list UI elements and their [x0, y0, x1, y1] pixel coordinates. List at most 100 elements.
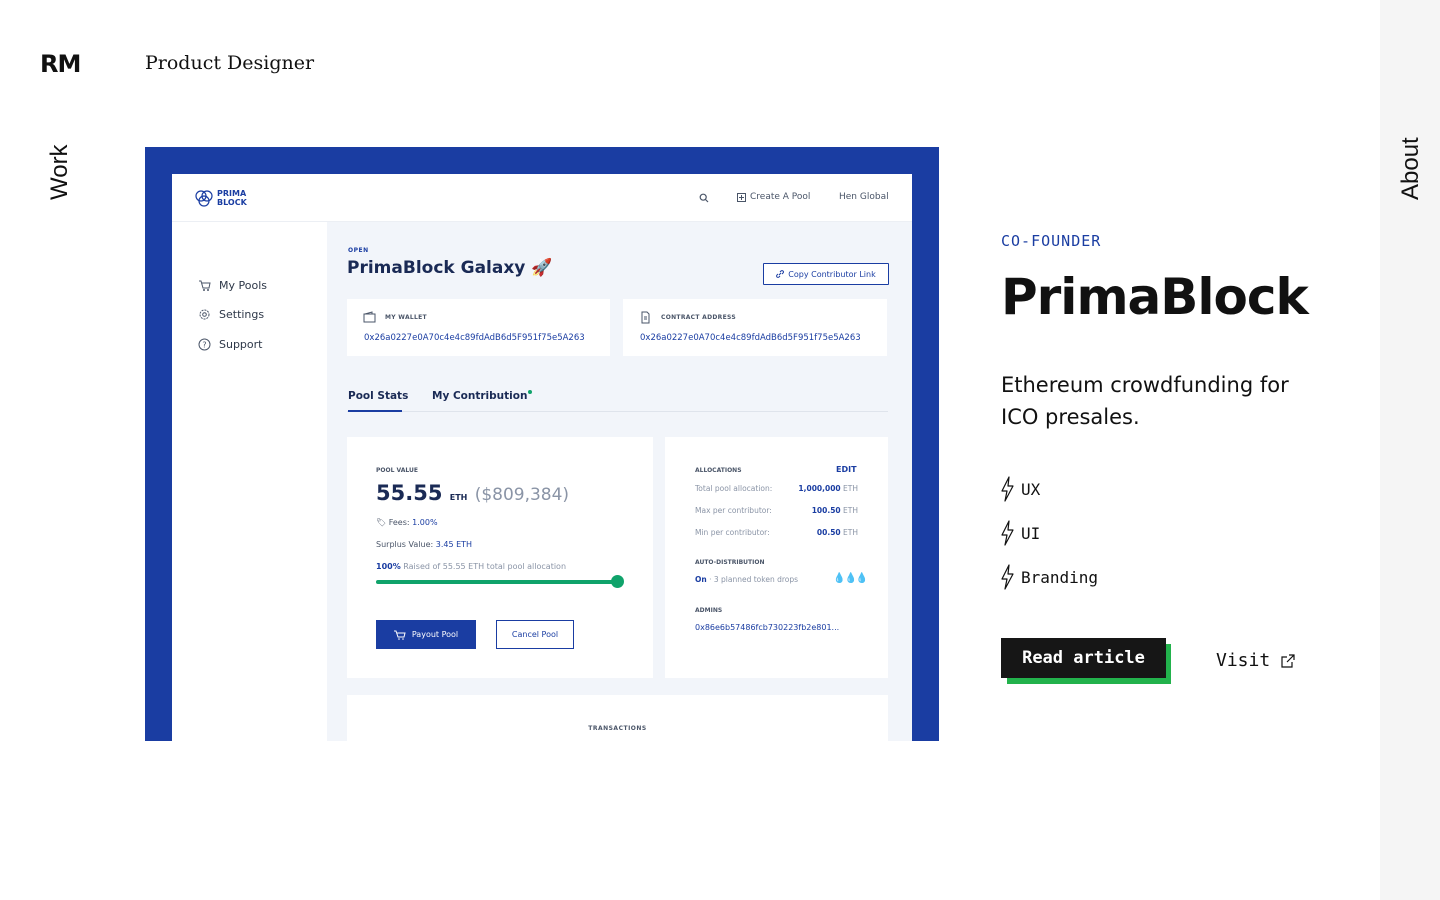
tab-my-contribution: My Contribution	[432, 390, 533, 402]
project-preview[interactable]: PRIMA BLOCK Create A Pool Hen Global My …	[145, 147, 939, 741]
visit-link[interactable]: Visit	[1216, 650, 1296, 671]
allocations-label: ALLOCATIONS	[695, 467, 742, 474]
preview-user: Hen Global	[839, 192, 889, 202]
lightning-icon	[1001, 476, 1014, 502]
sidebar-item-my-pools: My Pools	[198, 279, 267, 292]
pool-stats-card: POOL VALUE 55.55 ETH ($809,384) 🏷 Fees: …	[347, 437, 653, 678]
brand-line-2: BLOCK	[217, 198, 247, 207]
cart-icon	[199, 280, 211, 291]
alloc-label: Min per contributor:	[695, 528, 770, 537]
create-pool-link: Create A Pool	[737, 192, 810, 202]
project-description: Ethereum crowdfunding for ICO presales.	[1001, 373, 1289, 429]
transactions-card: TRANSACTIONS	[347, 695, 888, 741]
alloc-label: Max per contributor:	[695, 506, 772, 515]
pool-value-number: 55.55	[376, 481, 443, 505]
nav-work-link[interactable]: Work	[46, 60, 74, 200]
allocations-card: ALLOCATIONS EDIT Total pool allocation: 1…	[665, 437, 888, 678]
wallet-label: MY WALLET	[385, 314, 427, 321]
alloc-unit: ETH	[843, 506, 858, 515]
sidebar-item-support: ? Support	[198, 338, 262, 351]
skill-label: Branding	[1021, 567, 1099, 587]
visit-label: Visit	[1216, 650, 1271, 671]
surplus-label: Surplus Value:	[376, 540, 434, 549]
plus-square-icon	[737, 192, 746, 202]
admins-label: ADMINS	[695, 607, 723, 614]
progress-check-icon	[611, 575, 624, 588]
progress-fill	[376, 580, 617, 584]
raised-percent: 100%	[376, 562, 401, 571]
alloc-unit: ETH	[843, 484, 858, 493]
skill-ux: UX	[1000, 476, 1040, 502]
tab-active-indicator	[348, 410, 402, 412]
gear-icon	[199, 309, 210, 320]
site-subtitle: Product Designer	[145, 52, 315, 74]
wallet-card: MY WALLET 0x26a0227e0A70c4e4c89fdAdB6d5F…	[347, 299, 610, 356]
preview-app-window: PRIMA BLOCK Create A Pool Hen Global My …	[172, 174, 912, 741]
raised-row: 100% Raised of 55.55 ETH total pool allo…	[376, 562, 566, 571]
copy-link-label: Copy Contributor Link	[788, 269, 876, 279]
alloc-row-total: Total pool allocation: 1,000,000 ETH	[695, 484, 858, 493]
tab-divider	[347, 411, 888, 412]
help-circle-icon: ?	[198, 338, 211, 351]
create-pool-label: Create A Pool	[750, 192, 811, 202]
pool-title: PrimaBlock Galaxy 🚀	[347, 258, 553, 278]
tab-pool-stats: Pool Stats	[348, 390, 409, 402]
document-icon	[641, 311, 650, 324]
alloc-value: 100.50	[811, 506, 841, 515]
svg-text:?: ?	[202, 341, 206, 350]
pool-value: 55.55 ETH ($809,384)	[376, 481, 569, 505]
preview-topbar: PRIMA BLOCK Create A Pool Hen Global	[172, 174, 912, 222]
alloc-value: 1,000,000	[798, 484, 841, 493]
pool-value-label: POOL VALUE	[376, 467, 418, 474]
wallet-address: 0x26a0227e0A70c4e4c89fdAdB6d5F951f75e5A2…	[364, 333, 585, 343]
preview-sidebar: My Pools Settings ? Support	[172, 222, 327, 741]
auto-distribution-label: AUTO-DISTRIBUTION	[695, 559, 765, 566]
alloc-row-min: Min per contributor: 00.50 ETH	[695, 528, 858, 537]
alloc-row-max: Max per contributor: 100.50 ETH	[695, 506, 858, 515]
nav-about-link[interactable]: About	[1397, 60, 1425, 200]
auto-on: On	[695, 575, 707, 584]
link-icon	[776, 270, 785, 278]
project-role: CO-FOUNDER	[1001, 232, 1102, 250]
pool-value-unit: ETH	[449, 493, 468, 502]
surplus-value: 3.45 ETH	[435, 540, 473, 549]
fees-label: Fees:	[388, 518, 410, 527]
contract-label: CONTRACT ADDRESS	[661, 314, 736, 321]
project-title: PrimaBlock	[1001, 268, 1309, 326]
primablock-logo-icon	[195, 190, 213, 207]
alloc-value: 00.50	[816, 528, 841, 537]
alloc-label: Total pool allocation:	[695, 484, 773, 493]
contract-card: CONTRACT ADDRESS 0x26a0227e0A70c4e4c89fd…	[623, 299, 887, 356]
fees-row: 🏷 Fees: 1.00%	[376, 518, 438, 527]
transactions-label: TRANSACTIONS	[588, 725, 647, 732]
auto-distribution-value: On · 3 planned token drops	[695, 575, 798, 584]
read-article-button[interactable]: Read article	[1001, 638, 1166, 678]
cart-icon	[393, 630, 406, 640]
surplus-row: Surplus Value: 3.45 ETH	[376, 540, 472, 549]
payout-label: Payout Pool	[411, 630, 459, 639]
cancel-pool-button: Cancel Pool	[496, 620, 574, 649]
alloc-unit: ETH	[843, 528, 858, 537]
tab-label: My Contribution	[432, 390, 528, 402]
contract-address: 0x26a0227e0A70c4e4c89fdAdB6d5F951f75e5A2…	[640, 333, 861, 343]
search-icon	[699, 193, 709, 203]
pool-value-usd: ($809,384)	[474, 485, 570, 505]
auto-text: · 3 planned token drops	[706, 575, 799, 584]
sidebar-item-settings: Settings	[198, 308, 264, 321]
sidebar-label: Support	[219, 338, 263, 351]
skill-label: UX	[1021, 479, 1041, 499]
lightning-icon	[1001, 520, 1014, 546]
external-link-icon	[1281, 653, 1295, 668]
brand-line-1: PRIMA	[217, 189, 247, 198]
sidebar-label: Settings	[219, 308, 265, 321]
skill-label: UI	[1021, 523, 1041, 543]
pool-status: OPEN	[348, 247, 369, 254]
token-drops-icon: 💧💧💧	[833, 573, 868, 584]
sidebar-label: My Pools	[219, 279, 267, 292]
edit-link: EDIT	[836, 465, 857, 474]
preview-main: OPEN PrimaBlock Galaxy 🚀 Copy Contributo…	[327, 222, 912, 741]
raised-progress-bar	[376, 575, 624, 588]
admins-value: 0x86e6b57486fcb730223fb2e801...	[695, 623, 840, 632]
notification-dot	[528, 390, 533, 394]
lightning-icon	[1001, 564, 1014, 590]
